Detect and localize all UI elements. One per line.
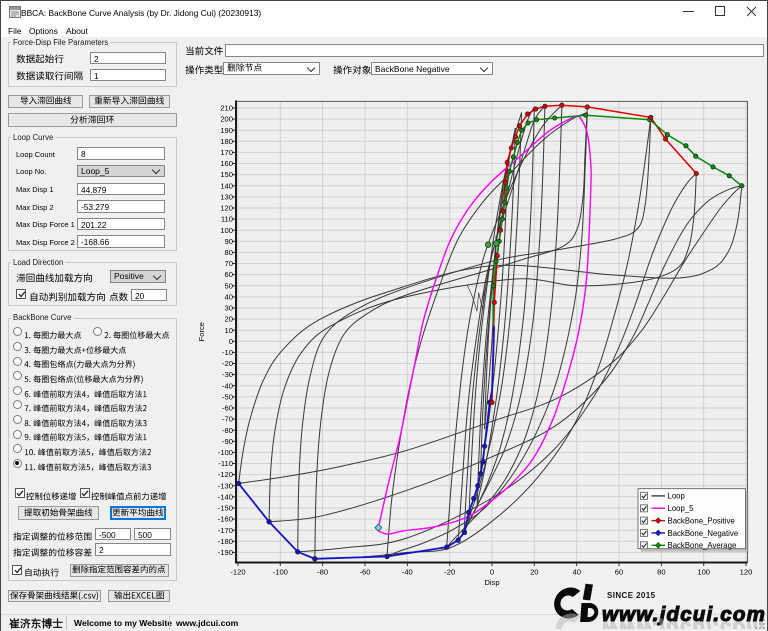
svg-text:-40: -40 (402, 568, 413, 577)
svg-text:-120: -120 (230, 568, 245, 577)
svg-text:-140: -140 (218, 492, 233, 501)
svg-text:-10: -10 (222, 348, 233, 357)
svg-text:120: 120 (220, 204, 233, 213)
svg-text:40: 40 (225, 293, 233, 302)
svg-text:160: 160 (220, 159, 233, 168)
svg-text:40: 40 (572, 568, 580, 577)
svg-text:200: 200 (220, 115, 233, 124)
svg-text:-170: -170 (218, 526, 233, 535)
svg-text:-70: -70 (222, 415, 233, 424)
svg-text:100: 100 (697, 568, 710, 577)
svg-text:110: 110 (221, 215, 233, 224)
svg-text:-120: -120 (218, 470, 233, 479)
svg-text:50: 50 (225, 281, 233, 290)
svg-text:-180: -180 (218, 537, 233, 546)
svg-text:Loop: Loop (668, 492, 686, 501)
svg-text:-160: -160 (218, 515, 233, 524)
svg-text:120: 120 (740, 568, 753, 577)
svg-text:60: 60 (615, 568, 623, 577)
svg-text:BackBone_Average: BackBone_Average (668, 541, 737, 550)
svg-text:90: 90 (225, 237, 233, 246)
svg-text:170: 170 (220, 148, 233, 157)
svg-text:30: 30 (225, 304, 233, 313)
svg-text:20: 20 (225, 315, 233, 324)
svg-text:-20: -20 (444, 568, 455, 577)
svg-text:-30: -30 (222, 370, 233, 379)
svg-text:www.jdcui.com: www.jdcui.com (602, 617, 766, 629)
svg-text:60: 60 (225, 270, 233, 279)
svg-text:130: 130 (220, 193, 233, 202)
svg-text:-190: -190 (218, 548, 233, 557)
svg-text:80: 80 (225, 248, 233, 257)
svg-text:Disp: Disp (484, 578, 499, 587)
svg-text:180: 180 (220, 137, 233, 146)
svg-text:-130: -130 (218, 481, 233, 490)
svg-text:Loop_5: Loop_5 (668, 504, 695, 513)
svg-text:BackBone_Positive: BackBone_Positive (668, 516, 735, 525)
svg-text:-50: -50 (222, 393, 233, 402)
svg-text:0: 0 (490, 568, 494, 577)
svg-text:150: 150 (220, 170, 233, 179)
svg-text:-150: -150 (218, 504, 233, 513)
svg-text:-60: -60 (360, 568, 371, 577)
svg-text:190: 190 (220, 126, 233, 135)
svg-text:-80: -80 (317, 568, 328, 577)
svg-text:0: 0 (229, 337, 233, 346)
svg-text:-100: -100 (273, 568, 288, 577)
svg-text:-100: -100 (218, 448, 233, 457)
svg-text:100: 100 (220, 226, 233, 235)
svg-text:SINCE 2015: SINCE 2015 (607, 591, 656, 600)
svg-text:140: 140 (220, 181, 233, 190)
svg-text:70: 70 (225, 259, 233, 268)
svg-text:-110: -110 (218, 459, 233, 468)
svg-text:-90: -90 (222, 437, 233, 446)
svg-text:Force: Force (197, 322, 206, 341)
svg-text:-60: -60 (222, 404, 233, 413)
svg-text:20: 20 (530, 568, 538, 577)
svg-text:-40: -40 (222, 381, 233, 390)
svg-text:80: 80 (657, 568, 665, 577)
svg-text:210: 210 (220, 104, 233, 113)
svg-text:10: 10 (225, 326, 233, 335)
svg-text:-20: -20 (222, 359, 233, 368)
svg-text:-80: -80 (222, 426, 233, 435)
svg-text:BackBone_Negative: BackBone_Negative (668, 529, 739, 538)
